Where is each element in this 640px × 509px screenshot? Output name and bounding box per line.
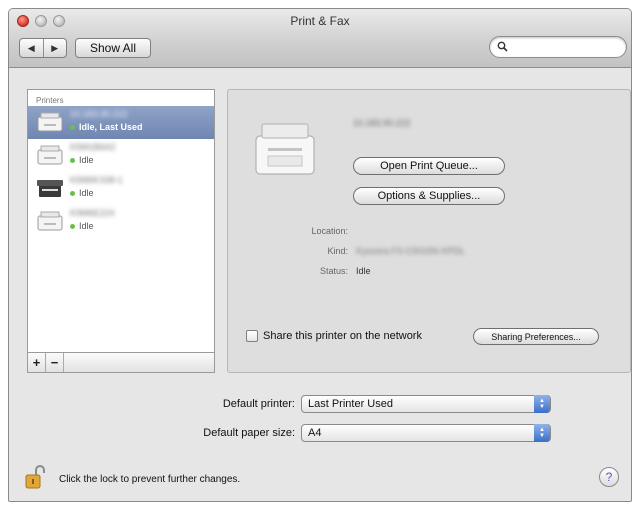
- status-dot-icon: [70, 190, 75, 196]
- popup-arrows-icon: ▲ ▼: [534, 395, 550, 413]
- search-icon: [497, 41, 508, 52]
- default-printer-value: Last Printer Used: [308, 398, 393, 410]
- share-printer-checkbox[interactable]: [246, 330, 258, 342]
- status-dot-icon: [70, 157, 75, 163]
- help-button[interactable]: ?: [599, 467, 619, 487]
- printer-status-text: Idle: [79, 188, 94, 198]
- share-printer-option[interactable]: Share this printer on the network: [246, 330, 422, 342]
- sharing-preferences-button[interactable]: Sharing Preferences...: [473, 328, 599, 345]
- printer-name: K5M1B6A2: [70, 142, 116, 152]
- default-paper-size-value: A4: [308, 427, 322, 439]
- printer-status-text: Idle: [79, 221, 94, 231]
- laser-printer-icon: [37, 145, 63, 165]
- printer-name: 10.183.90.222: [70, 109, 128, 119]
- kind-value: Kyocera FS-C5015N KPDL: [356, 246, 466, 256]
- default-paper-size-select[interactable]: A4 ▲ ▼: [301, 424, 551, 442]
- kind-label: Kind:: [327, 246, 348, 256]
- status-value: Idle: [356, 266, 371, 276]
- printers-list-header: Printers: [36, 96, 64, 105]
- printer-detail-panel: 10.183.90.222 Open Print Queue... Option…: [227, 89, 631, 373]
- printer-list-item[interactable]: K9M6E224 Idle: [28, 205, 214, 238]
- laser-printer-icon: [37, 211, 63, 231]
- printer-status: Idle, Last Used: [70, 122, 143, 132]
- selected-printer-icon: [255, 123, 315, 175]
- printers-list[interactable]: Printers 10.183.90.222 Idle, Last Used K…: [27, 89, 215, 353]
- laser-printer-icon: [37, 112, 63, 132]
- status-dot-icon: [70, 124, 75, 130]
- popup-arrows-icon: ▲ ▼: [534, 424, 550, 442]
- printer-list-buttons: + −: [27, 353, 215, 373]
- printer-name: K5M6K338-1: [70, 175, 123, 185]
- toolbar: Print & Fax ◀ ▶ Show All: [9, 9, 631, 68]
- lock-message: Click the lock to prevent further change…: [59, 474, 241, 485]
- printer-list-item[interactable]: K5M6K338-1 Idle: [28, 172, 214, 205]
- multifunction-printer-icon: [37, 180, 63, 197]
- location-label: Location:: [311, 226, 348, 236]
- printer-list-item[interactable]: 10.183.90.222 Idle, Last Used: [28, 106, 214, 139]
- options-supplies-button[interactable]: Options & Supplies...: [353, 187, 505, 205]
- print-fax-window: Print & Fax ◀ ▶ Show All Printers 10.183…: [8, 8, 632, 502]
- printer-status: Idle: [70, 221, 94, 231]
- selected-printer-name: 10.183.90.222: [353, 118, 411, 128]
- status-label: Status:: [319, 266, 348, 276]
- add-printer-button[interactable]: +: [28, 353, 46, 372]
- forward-button[interactable]: ▶: [44, 39, 67, 57]
- show-all-button[interactable]: Show All: [75, 38, 151, 58]
- printer-list-item[interactable]: K5M1B6A2 Idle: [28, 139, 214, 172]
- back-forward-control: ◀ ▶: [19, 38, 67, 58]
- printer-name: K9M6E224: [70, 208, 115, 218]
- back-button[interactable]: ◀: [20, 39, 44, 57]
- default-paper-size-label: Default paper size:: [203, 427, 295, 439]
- search-input[interactable]: [489, 36, 627, 58]
- lock-icon[interactable]: [25, 464, 45, 490]
- remove-printer-button[interactable]: −: [46, 353, 64, 372]
- printer-status-text: Idle, Last Used: [79, 122, 143, 132]
- share-printer-label: Share this printer on the network: [263, 330, 422, 342]
- printer-status: Idle: [70, 155, 94, 165]
- open-print-queue-button[interactable]: Open Print Queue...: [353, 157, 505, 175]
- default-printer-label: Default printer:: [222, 398, 295, 410]
- default-printer-select[interactable]: Last Printer Used ▲ ▼: [301, 395, 551, 413]
- printer-status-text: Idle: [79, 155, 94, 165]
- printer-status: Idle: [70, 188, 94, 198]
- status-dot-icon: [70, 223, 75, 229]
- window-title: Print & Fax: [290, 14, 350, 28]
